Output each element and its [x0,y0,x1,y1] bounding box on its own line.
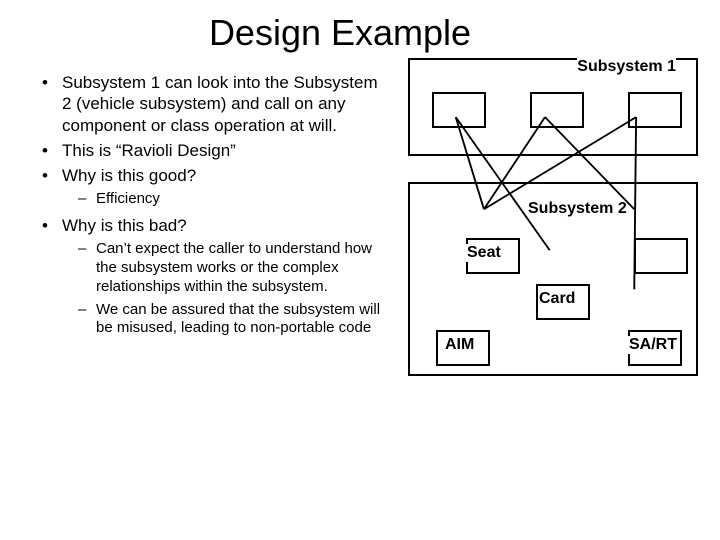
bullet-item: Why is this bad? Can’t expect the caller… [48,215,390,338]
bullet-item: Why is this good? Efficiency [48,165,390,209]
bullet-item: Subsystem 1 can look into the Subsystem … [48,72,390,136]
bullet-column: Subsystem 1 can look into the Subsystem … [20,54,390,344]
card-label: Card [538,290,576,308]
empty-box-1 [634,238,688,274]
content-area: Subsystem 1 can look into the Subsystem … [0,54,720,344]
subsystem2-container: Subsystem 2 Seat Card AIM SA/RT [408,182,698,376]
sub-bullet-item: Can’t expect the caller to understand ho… [82,240,390,296]
bullet-text: Why is this bad? [62,216,187,235]
slide-title: Design Example [0,0,720,54]
diagram-area: Subsystem 1 Subsystem 2 Seat Card AIM SA… [390,54,700,344]
sub-bullet-item: Efficiency [82,190,390,209]
subsystem1-box-a [432,92,486,128]
bullet-item: This is “Ravioli Design” [48,140,390,161]
subsystem1-label: Subsystem 1 [577,58,676,76]
seat-label: Seat [466,244,502,262]
aim-label: AIM [444,336,475,354]
subsystem1-box-c [628,92,682,128]
subsystem2-label: Subsystem 2 [528,200,627,218]
sub-bullet-item: We can be assured that the subsystem wil… [82,301,390,339]
subsystem1-container: Subsystem 1 [408,58,698,156]
bullet-text: Why is this good? [62,166,196,185]
sart-label: SA/RT [628,336,678,354]
subsystem1-box-b [530,92,584,128]
